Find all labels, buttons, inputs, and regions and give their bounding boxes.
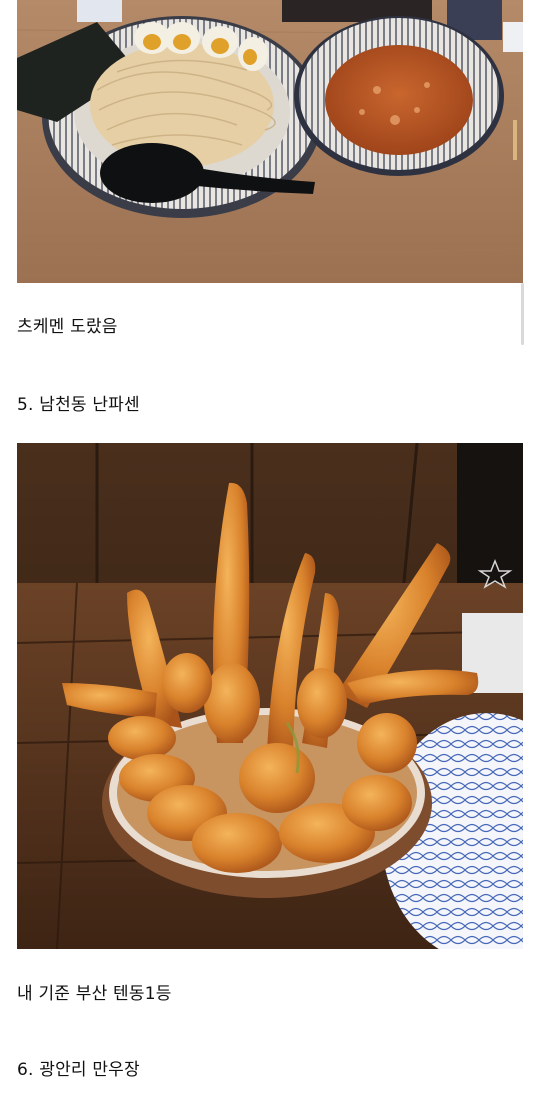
restaurant-heading-5: 5. 남천동 난파센 [17,395,140,415]
scrollbar[interactable] [521,283,524,345]
tendon-caption: 내 기준 부산 텐동1등 [17,984,172,1004]
tsukemen-photo-illustration [17,0,523,283]
tsukemen-caption: 츠케멘 도랐음 [17,317,118,337]
tendon-photo-illustration [17,443,523,949]
restaurant-heading-6: 6. 광안리 만우장 [17,1060,140,1080]
tendon-photo[interactable] [17,443,523,949]
tsukemen-photo[interactable] [17,0,523,283]
